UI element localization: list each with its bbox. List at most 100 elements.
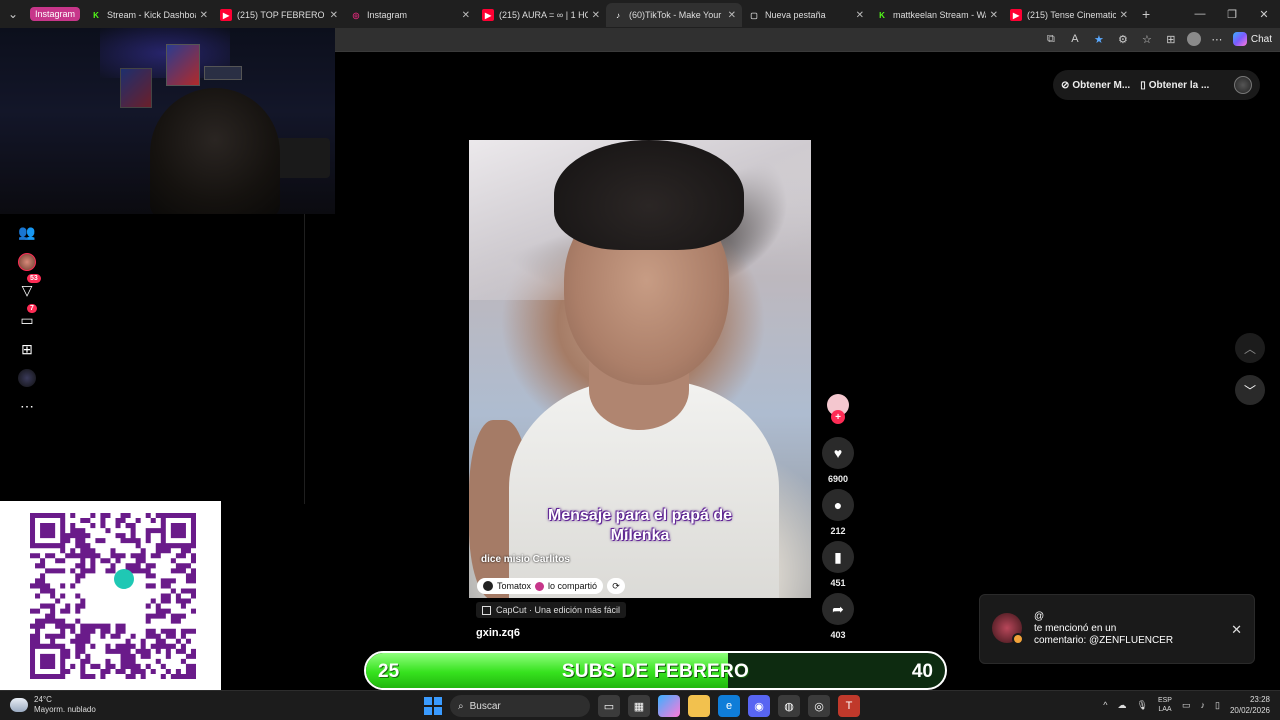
profile-avatar[interactable]	[1186, 32, 1201, 46]
repost-icon[interactable]: ⟳	[607, 578, 626, 594]
browser-tab[interactable]: ▶ (215) Tense Cinematic ✕	[1004, 3, 1134, 27]
app-icon[interactable]: ◍	[778, 695, 800, 717]
close-tab-icon[interactable]: ✕	[1120, 10, 1128, 21]
date: 20/02/2026	[1229, 706, 1270, 715]
open-in-app-icon[interactable]: ⧉	[1043, 31, 1059, 47]
taskbar-search[interactable]: ⌕ Buscar	[450, 695, 590, 717]
sharer-name: Tomatox	[497, 581, 532, 591]
kick-icon: K	[93, 10, 99, 20]
browser-tab[interactable]: ▶ (215) TOP FEBRERO 2026 🎵 ✕	[214, 3, 344, 27]
comment-button[interactable]: ●	[822, 489, 854, 521]
close-icon[interactable]: ✕	[1231, 622, 1242, 638]
discord-icon[interactable]: ◉	[748, 695, 770, 717]
notification-line: comentario: @ZENFLUENCER	[1034, 635, 1174, 646]
video-caption[interactable]: dice misio Carlitos	[481, 554, 570, 565]
favorite-star-icon[interactable]: ★	[1091, 31, 1107, 47]
close-tab-icon[interactable]: ✕	[990, 10, 998, 21]
tray-overflow-icon[interactable]: ^	[1103, 700, 1107, 710]
capcut-tag[interactable]: CapCut · Una edición más fácil	[476, 602, 627, 618]
get-app-button[interactable]: ▯ Obtener la ...	[1140, 80, 1209, 91]
chevron-up-icon: ︿	[1243, 341, 1256, 356]
messages-icon[interactable]: ▭ 7	[17, 304, 37, 330]
goal-target: 40	[911, 661, 933, 682]
lang-layout: LAA	[1158, 706, 1172, 713]
notification-line: te mencionó en un	[1034, 623, 1117, 634]
instagram-icon: ◎	[352, 10, 360, 20]
browser-tab[interactable]: ◎ Instagram ✕	[344, 3, 476, 27]
task-view-icon[interactable]: ▭	[598, 695, 620, 717]
close-tab-icon[interactable]: ✕	[728, 10, 736, 21]
messages-badge: 7	[27, 304, 37, 313]
tab-group-instagram[interactable]: Instagram	[30, 7, 81, 21]
browser-tab[interactable]: K Stream - Kick Dashboard ✕	[84, 3, 214, 27]
more-icon[interactable]: ⋯	[17, 396, 37, 416]
live-avatar[interactable]	[17, 252, 37, 272]
clock[interactable]: 23:28 20/02/2026	[1230, 694, 1270, 716]
tab-label: (215) Tense Cinematic	[1027, 10, 1116, 20]
obs-icon[interactable]: ◎	[808, 695, 830, 717]
onedrive-icon[interactable]: ☁	[1118, 700, 1127, 711]
close-tab-icon[interactable]: ✕	[200, 10, 208, 21]
browser-tab[interactable]: Kmattkeelan Stream - Watch ✕	[870, 3, 1004, 27]
microphone-icon[interactable]: 🎙	[1137, 700, 1148, 711]
profile-avatar[interactable]	[17, 368, 37, 388]
close-tab-icon[interactable]: ✕	[856, 10, 864, 21]
user-avatar[interactable]	[1234, 76, 1252, 94]
network-icon[interactable]: ▭	[1182, 700, 1191, 711]
file-explorer-icon[interactable]	[688, 695, 710, 717]
sharer-avatar	[483, 581, 493, 591]
widgets-icon[interactable]: ▦	[628, 695, 650, 717]
minimize-icon[interactable]: —	[1184, 8, 1216, 21]
like-button[interactable]: ♥	[822, 437, 854, 469]
browser-tab[interactable]: ▢ Nueva pestaña ✕	[742, 3, 870, 27]
streamer-webcam	[0, 28, 335, 214]
save-count: 451	[830, 578, 846, 588]
start-windows-icon[interactable]	[424, 697, 442, 715]
video-player[interactable]: Mensaje para el papá de Milenka dice mis…	[469, 140, 811, 598]
next-video-button[interactable]: ﹀	[1235, 375, 1265, 405]
copilot-chat-button[interactable]: Chat	[1232, 32, 1272, 46]
close-tab-icon[interactable]: ✕	[462, 10, 470, 21]
previous-video-button[interactable]: ︿	[1235, 333, 1265, 363]
tab-label: mattkeelan Stream - Watch	[893, 10, 986, 20]
get-app-label: Obtener la ...	[1148, 79, 1210, 91]
shared-by-pill[interactable]: Tomatox lo compartió	[477, 578, 604, 594]
close-window-icon[interactable]: ✕	[1248, 8, 1280, 21]
yape-qr-code	[0, 501, 221, 690]
save-button[interactable]: ▮	[822, 541, 854, 573]
follow-plus-icon[interactable]: +	[831, 410, 845, 424]
weather-widget[interactable]: 24°C Mayorm. nublado	[10, 695, 96, 715]
close-tab-icon[interactable]: ✕	[330, 10, 338, 21]
collections-icon[interactable]: ⊞	[1163, 31, 1179, 47]
youtube-icon: ▶	[1010, 9, 1023, 21]
share-count: 403	[830, 630, 846, 640]
comment-count: 212	[830, 526, 846, 536]
upload-icon[interactable]: ⊞	[17, 339, 37, 359]
activity-icon[interactable]: ▽ 53	[17, 274, 41, 300]
close-tab-icon[interactable]: ✕	[592, 10, 600, 21]
browser-tab[interactable]: ▶ (215) AURA = ∞ | 1 HOUR ✕	[476, 3, 606, 27]
translate-icon[interactable]: A	[1067, 31, 1083, 47]
youtube-icon: ▶	[220, 9, 233, 21]
language-indicator[interactable]: ESP LAA	[1158, 696, 1172, 714]
extensions-icon[interactable]: ⚙	[1115, 31, 1131, 47]
get-coins-button[interactable]: ⊘ Obtener M...	[1061, 80, 1130, 91]
edge-browser-icon[interactable]: e	[718, 695, 740, 717]
tab-actions-chevron-icon[interactable]: ⌄	[0, 0, 26, 28]
mention-notification[interactable]: @ te mencionó en un comentario: @ZENFLUE…	[979, 594, 1255, 664]
copilot-app-icon[interactable]	[658, 695, 680, 717]
toolbar-icons: ⧉ A ★ ⚙ ☆ ⊞ ⋯ Chat	[1043, 31, 1272, 47]
video-author[interactable]: gxin.zq6	[476, 627, 520, 639]
new-tab-button[interactable]: +	[1134, 6, 1158, 22]
browser-tab[interactable]: ♪ (60)TikTok - Make Your Day ✕	[606, 3, 743, 27]
share-button[interactable]: ➦	[822, 593, 854, 625]
following-icon[interactable]: 👥	[17, 222, 37, 242]
more-menu-icon[interactable]: ⋯	[1209, 31, 1225, 47]
tiktok-studio-icon[interactable]: T	[838, 695, 860, 717]
volume-icon[interactable]: ♪	[1201, 700, 1206, 710]
maximize-icon[interactable]: ❐	[1216, 8, 1248, 21]
battery-icon[interactable]: ▯	[1215, 700, 1220, 711]
system-tray: ^ ☁ 🎙 ESP LAA ▭ ♪ ▯ 23:28 20/02/2026	[1103, 694, 1270, 716]
favorites-icon[interactable]: ☆	[1139, 31, 1155, 47]
youtube-icon: ▶	[482, 9, 495, 21]
